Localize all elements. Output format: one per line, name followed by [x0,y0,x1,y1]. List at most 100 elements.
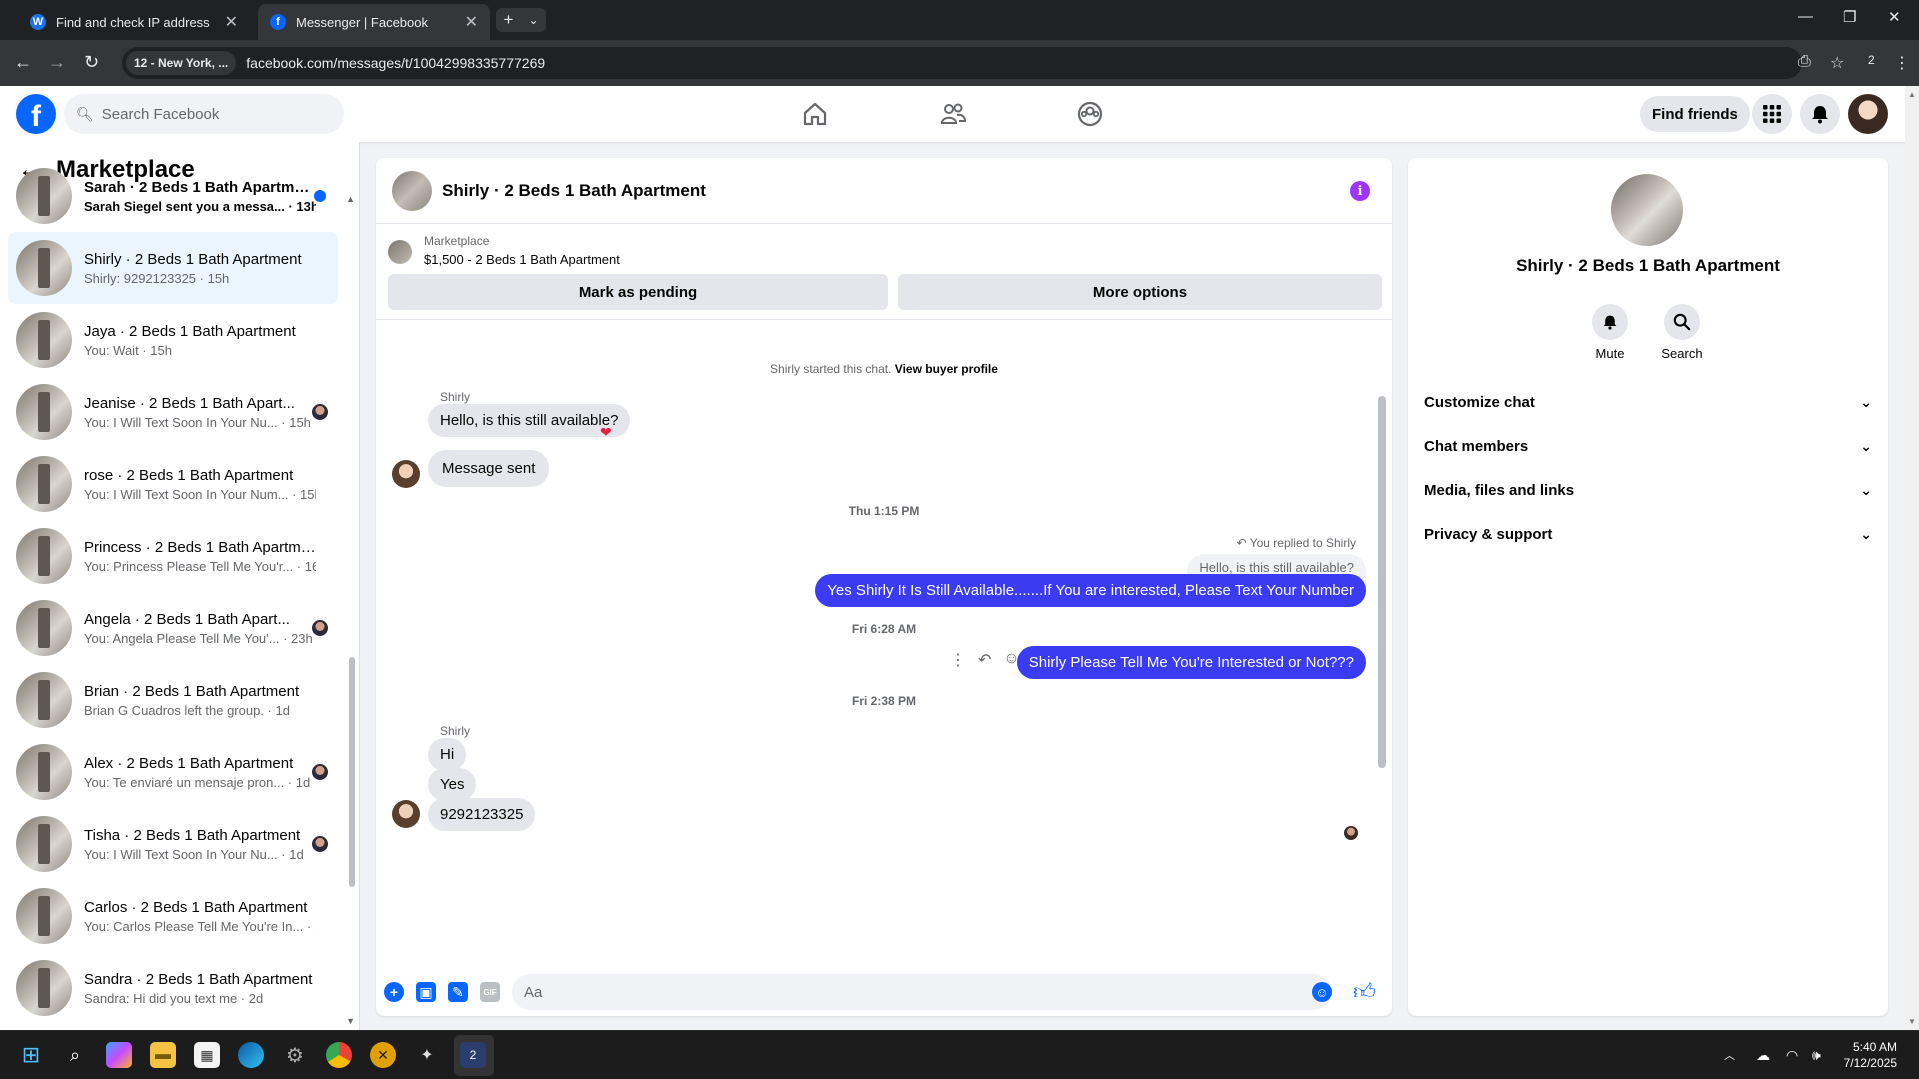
plus-circle-icon[interactable]: + [384,982,404,1002]
tab-ip-address[interactable]: W Find and check IP address ✕ [18,4,250,40]
scroll-down-icon[interactable]: ▼ [1908,1017,1916,1026]
wifi-icon[interactable]: ◠ [1786,1047,1798,1064]
conversation-brian[interactable]: Brian · 2 Beds 1 Bath Apartment Brian G C… [8,664,338,736]
section-customize-chat[interactable]: Customize chat ⌄ [1424,380,1872,424]
chat-avatar[interactable] [392,170,432,211]
search-conversation-button[interactable]: Search [1652,304,1712,361]
find-friends-button[interactable]: Find friends [1640,96,1750,132]
reply-icon[interactable]: ↶ [978,650,991,670]
back-icon[interactable]: ← [14,52,32,73]
conversation-sandra[interactable]: Sandra · 2 Beds 1 Bath Apartment Sandra: … [8,952,338,1024]
copilot-icon[interactable] [106,1042,132,1068]
conversation-sarah[interactable]: Sarah · 2 Beds 1 Bath Apartment Sarah Sie… [8,160,338,232]
search-icon[interactable]: ⌕ [62,1042,88,1068]
outgoing-message[interactable]: Yes Shirly It Is Still Available.......I… [815,574,1366,607]
conversation-name: Tisha · 2 Beds 1 Bath Apartment [84,826,301,844]
omnibox[interactable]: 12 - New York, ... facebook.com/messages… [122,47,1802,79]
profile-count[interactable]: 2 [1868,53,1875,67]
windows-start-icon[interactable]: ⊞ [18,1042,44,1068]
section-media-files-links[interactable]: Media, files and links ⌄ [1424,468,1872,512]
incoming-message[interactable]: Yes [428,768,477,801]
scroll-up-icon[interactable]: ▲ [1908,90,1916,99]
new-tab-button[interactable]: + ⌄ [496,8,546,32]
scroll-up-icon[interactable]: ▲ [346,194,355,204]
browser-menu-icon[interactable]: ⋮ [1894,53,1910,73]
conversation-shirly[interactable]: Shirly · 2 Beds 1 Bath Apartment Shirly: … [8,232,338,304]
window-close-icon[interactable]: ✕ [1888,8,1901,26]
conversation-jaya[interactable]: Jaya · 2 Beds 1 Bath Apartment You: Wait … [8,304,338,376]
facebook-search-input[interactable]: 🔍︎ Search Facebook [64,94,344,134]
active-app-icon[interactable]: 2 [460,1042,486,1068]
chevron-down-icon[interactable]: ⌄ [528,13,538,27]
chat-avatar-large[interactable] [1611,174,1683,246]
facebook-logo[interactable]: f [16,94,56,134]
listing-thumbnail[interactable] [388,240,412,264]
incoming-message[interactable]: 9292123325 [428,798,536,831]
search-icon[interactable] [1664,304,1700,340]
minimize-icon[interactable]: — [1798,8,1813,25]
more-options-button[interactable]: More options [898,274,1382,310]
bell-icon[interactable] [1592,304,1628,340]
mute-button[interactable]: Mute [1580,304,1640,361]
search-label: Search [1661,346,1703,361]
incoming-message[interactable]: Hi [428,738,467,771]
home-icon[interactable] [801,100,829,128]
volume-icon[interactable]: 🕪︎ [1812,1047,1821,1064]
system-clock[interactable]: 5:40 AM 7/12/2025 [1844,1039,1897,1071]
bookmark-star-icon[interactable]: ☆ [1830,53,1844,73]
emoji-icon[interactable]: ☺ [1312,982,1332,1002]
conversation-carlos[interactable]: Carlos · 2 Beds 1 Bath Apartment You: Car… [8,880,338,952]
site-info-chip[interactable]: 12 - New York, ... [126,51,237,75]
groups-icon[interactable] [1076,100,1104,128]
install-app-icon[interactable]: ⎙ [1798,53,1811,71]
restore-icon[interactable]: ❐ [1843,8,1856,26]
outgoing-message[interactable]: Shirly Please Tell Me You're Interested … [1016,646,1366,679]
sidebar-scrollbar[interactable] [349,657,355,887]
heart-reaction-icon[interactable]: ❤ [600,424,612,441]
chrome-icon[interactable] [326,1042,352,1068]
conversation-princess[interactable]: Princess · 2 Beds 1 Bath Apartme... You: … [8,520,338,592]
listing-price[interactable]: $1,500 - 2 Beds 1 Bath Apartment [424,252,620,267]
chat-panel: Shirly · 2 Beds 1 Bath Apartment i Marke… [376,158,1392,1016]
close-icon[interactable]: ✕ [225,12,238,32]
gif-icon[interactable]: GIF [480,982,500,1002]
onedrive-icon[interactable]: ☁ [1756,1047,1770,1064]
more-icon[interactable]: ⋮ [950,650,966,670]
chat-scrollbar[interactable] [1378,396,1386,768]
menu-grid-icon[interactable] [1752,94,1792,134]
section-privacy-support[interactable]: Privacy & support ⌄ [1424,512,1872,556]
conversation-alex[interactable]: Alex · 2 Beds 1 Bath Apartment You: Te en… [8,736,338,808]
store-icon[interactable]: ▦ [194,1042,220,1068]
section-chat-members[interactable]: Chat members ⌄ [1424,424,1872,468]
sticker-icon[interactable]: ✎ [448,982,468,1002]
reload-icon[interactable]: ↻ [84,52,99,73]
tab-messenger[interactable]: f Messenger | Facebook ✕ [258,4,490,40]
view-buyer-profile-link[interactable]: View buyer profile [895,362,998,376]
url-text[interactable]: facebook.com/messages/t/1004299833577726… [246,55,545,71]
thumbs-up-icon[interactable]: 👍︎ [1353,978,1376,1005]
edge-icon[interactable] [238,1042,264,1068]
profile-avatar[interactable] [1848,94,1888,134]
close-icon[interactable]: ✕ [465,12,478,32]
info-icon[interactable]: i [1350,181,1370,201]
friends-icon[interactable] [939,100,967,128]
settings-gear-icon[interactable]: ⚙ [282,1042,308,1068]
conversation-angela[interactable]: Angela · 2 Beds 1 Bath Apart... You: Ange… [8,592,338,664]
incoming-message[interactable]: Message sent [428,450,550,487]
message-input[interactable]: Aa [512,974,1332,1010]
tray-chevron-up-icon[interactable]: ︿ [1724,1047,1735,1063]
scroll-down-icon[interactable]: ▼ [346,1016,355,1026]
app-icon[interactable]: ✦ [414,1042,440,1068]
conversation-rose[interactable]: rose · 2 Beds 1 Bath Apartment You: I Wil… [8,448,338,520]
conversation-jeanise[interactable]: Jeanise · 2 Beds 1 Bath Apart... You: I W… [8,376,338,448]
mark-as-pending-button[interactable]: Mark as pending [388,274,888,310]
page-scrollbar[interactable]: ▲ ▼ [1905,86,1919,1030]
photo-icon[interactable]: ▣ [416,982,436,1002]
forward-icon[interactable]: → [48,52,66,73]
chat-title[interactable]: Shirly · 2 Beds 1 Bath Apartment [442,181,706,201]
plus-icon[interactable]: + [504,10,514,30]
file-explorer-icon[interactable]: ▬ [150,1042,176,1068]
conversation-tisha[interactable]: Tisha · 2 Beds 1 Bath Apartment You: I Wi… [8,808,338,880]
notifications-bell-icon[interactable] [1800,94,1840,134]
xbox-icon[interactable]: ✕ [370,1042,396,1068]
